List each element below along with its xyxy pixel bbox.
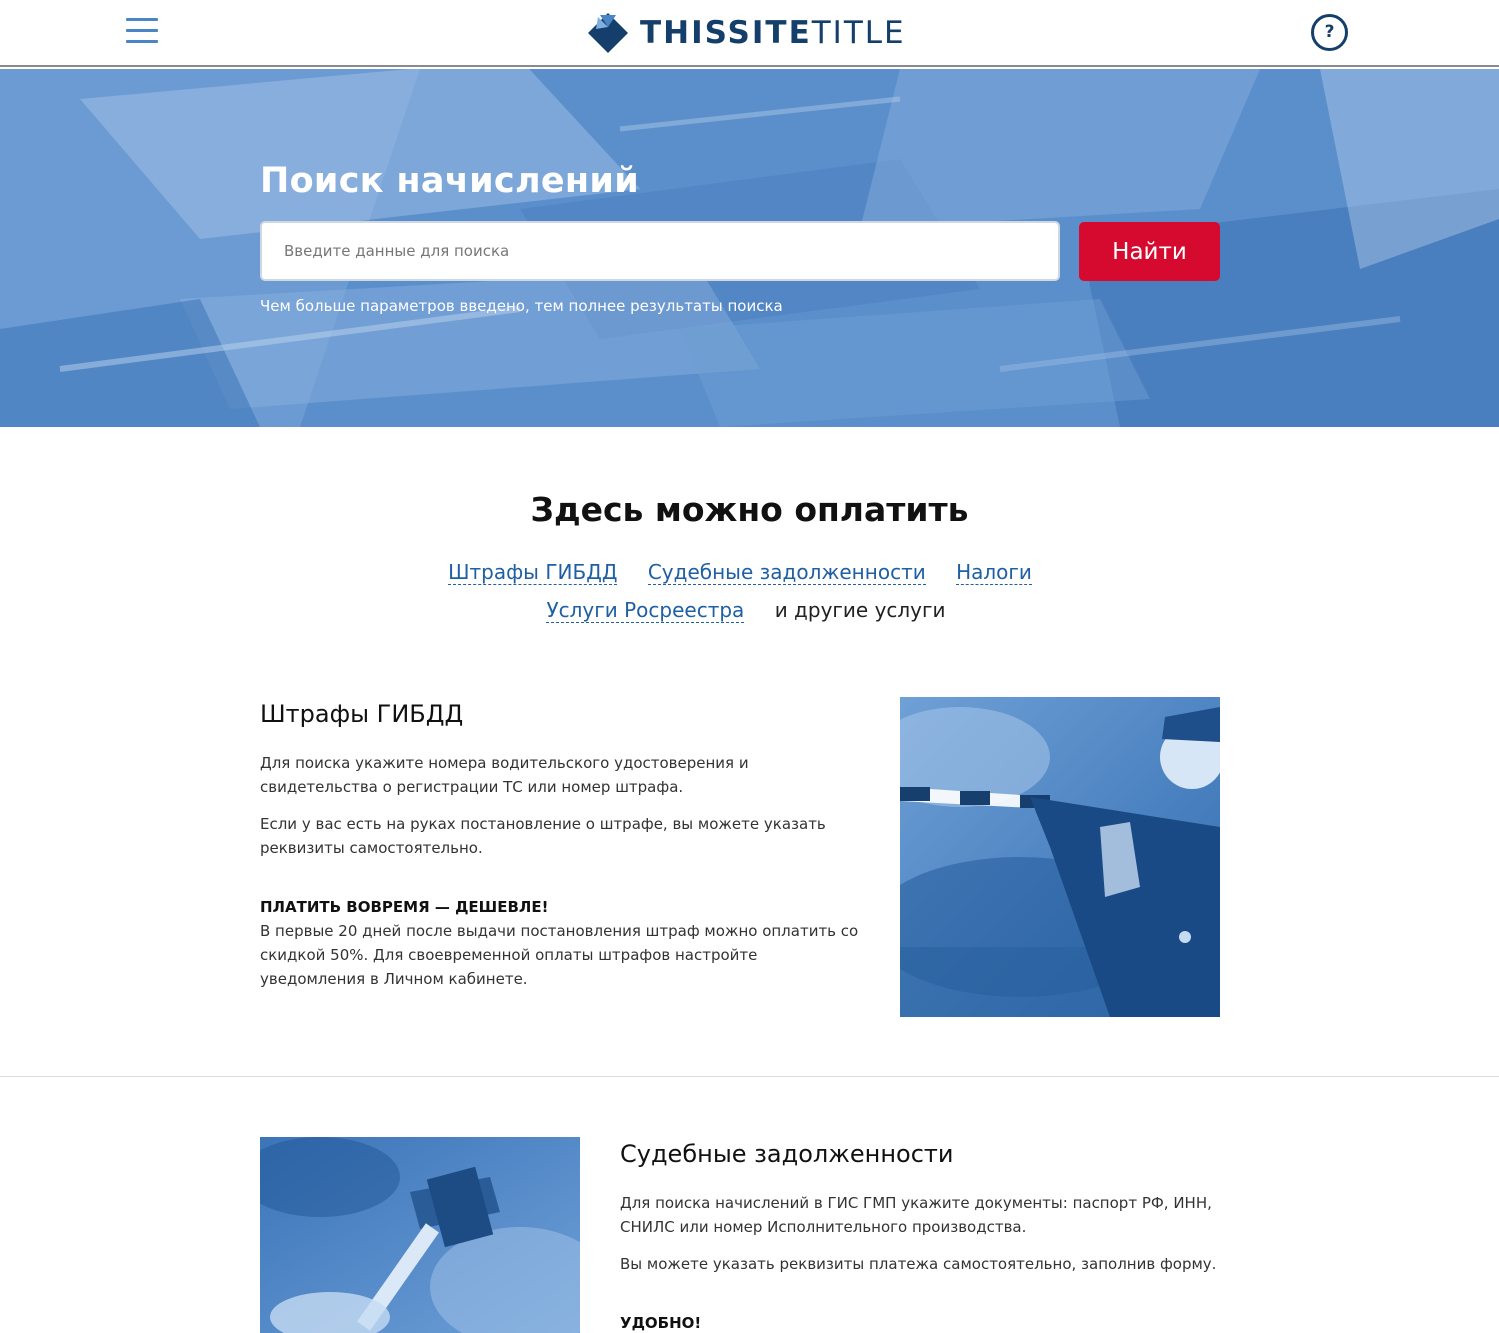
- logo-mark-icon: [586, 11, 630, 55]
- other-services-text: и другие услуги: [774, 598, 946, 622]
- gibdd-title: Штрафы ГИБДД: [260, 700, 464, 728]
- court-text-2: Вы можете указать реквизиты платежа само…: [620, 1255, 1217, 1273]
- court-text-1: Для поиска начислений в ГИС ГМП укажите …: [620, 1194, 1212, 1236]
- pay-section-title: Здесь можно оплатить: [530, 490, 969, 529]
- link-rosreestr[interactable]: Услуги Росреестра: [546, 598, 745, 623]
- court-strong: УДОБНО!: [620, 1314, 702, 1332]
- logo-text-thin: TITLE: [811, 15, 906, 51]
- logo-text-bold: THISSITE: [640, 15, 812, 51]
- gibdd-strong: ПЛАТИТЬ ВОВРЕМЯ — ДЕШЕВЛЕ!: [260, 898, 549, 916]
- traffic-police-photo: [900, 697, 1220, 1017]
- link-gibdd-fines[interactable]: Штрафы ГИБДД: [448, 560, 618, 585]
- gibdd-text-3: В первые 20 дней после выдачи постановле…: [260, 922, 859, 988]
- search-input[interactable]: [260, 221, 1060, 281]
- menu-icon[interactable]: [126, 18, 158, 46]
- hero-title: Поиск начислений: [260, 161, 640, 201]
- help-icon[interactable]: ?: [1311, 14, 1348, 51]
- section-divider: [0, 1076, 1499, 1077]
- search-hero: Поиск начислений Найти Чем больше параме…: [0, 69, 1499, 427]
- logo-text: THISSITETITLE: [640, 15, 906, 51]
- link-taxes[interactable]: Налоги: [956, 560, 1032, 585]
- court-gavel-photo: [260, 1137, 580, 1333]
- site-logo[interactable]: THISSITETITLE: [586, 9, 906, 57]
- court-title: Судебные задолженности: [620, 1140, 954, 1168]
- gibdd-text-2: Если у вас есть на руках постановление о…: [260, 815, 826, 857]
- pay-links: Штрафы ГИБДД Судебные задолженности Нало…: [0, 553, 1480, 629]
- site-header: THISSITETITLE ?: [0, 0, 1499, 67]
- search-hint: Чем больше параметров введено, тем полне…: [260, 297, 783, 315]
- gibdd-text-1: Для поиска укажите номера водительского …: [260, 754, 749, 796]
- link-court-debts[interactable]: Судебные задолженности: [647, 560, 926, 585]
- search-button[interactable]: Найти: [1079, 222, 1220, 281]
